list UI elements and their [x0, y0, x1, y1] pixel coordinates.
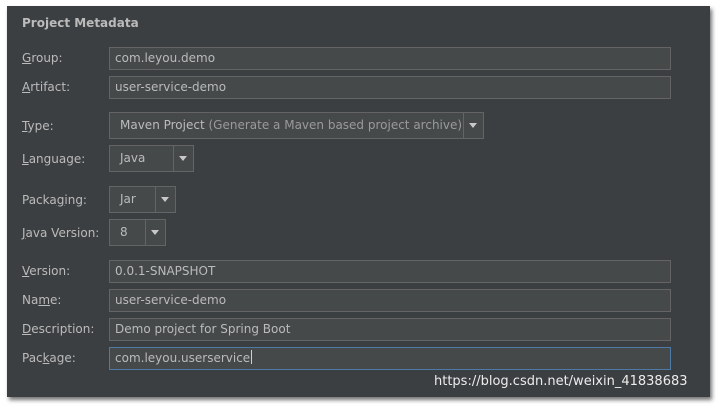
name-input[interactable]: user-service-demo [109, 289, 671, 312]
packaging-value: Jar [120, 192, 136, 206]
java-version-select[interactable]: 8 [109, 219, 166, 246]
packaging-label: Packaging: [22, 193, 87, 207]
artifact-input[interactable]: user-service-demo [109, 76, 671, 99]
language-value: Java [120, 151, 146, 165]
section-title: Project Metadata [22, 16, 139, 30]
group-label: Group: [22, 51, 63, 65]
artifact-label: Artifact: [22, 80, 71, 94]
java-version-label: Java Version: [22, 226, 100, 240]
chevron-down-icon [469, 123, 477, 128]
watermark: https://blog.csdn.net/weixin_41838683 [434, 374, 688, 389]
chevron-down-icon [151, 230, 159, 235]
group-input[interactable]: com.leyou.demo [109, 47, 671, 70]
name-label: Name: [22, 293, 62, 307]
package-input[interactable]: com.leyou.userservice [109, 347, 671, 370]
project-metadata-panel: Project Metadata Group: com.leyou.demo A… [7, 6, 710, 397]
description-label: Description: [22, 322, 95, 336]
version-label: Version: [22, 264, 71, 278]
type-value: Maven Project [120, 118, 205, 132]
packaging-dropdown-button[interactable] [155, 187, 175, 212]
version-input[interactable]: 0.0.1-SNAPSHOT [109, 260, 671, 283]
package-label: Package: [22, 351, 76, 365]
description-input[interactable]: Demo project for Spring Boot [109, 318, 671, 341]
packaging-select[interactable]: Jar [109, 186, 176, 213]
chevron-down-icon [161, 197, 169, 202]
type-hint: (Generate a Maven based project archive) [208, 118, 463, 132]
language-select[interactable]: Java [109, 145, 194, 172]
language-label: Language: [22, 152, 86, 166]
chevron-down-icon [179, 156, 187, 161]
language-dropdown-button[interactable] [173, 146, 193, 171]
java-version-dropdown-button[interactable] [145, 220, 165, 245]
java-version-value: 8 [120, 225, 128, 239]
text-caret [251, 350, 253, 364]
type-select[interactable]: Maven Project (Generate a Maven based pr… [109, 112, 484, 139]
type-dropdown-button[interactable] [463, 113, 483, 138]
type-label: Type: [22, 119, 54, 133]
